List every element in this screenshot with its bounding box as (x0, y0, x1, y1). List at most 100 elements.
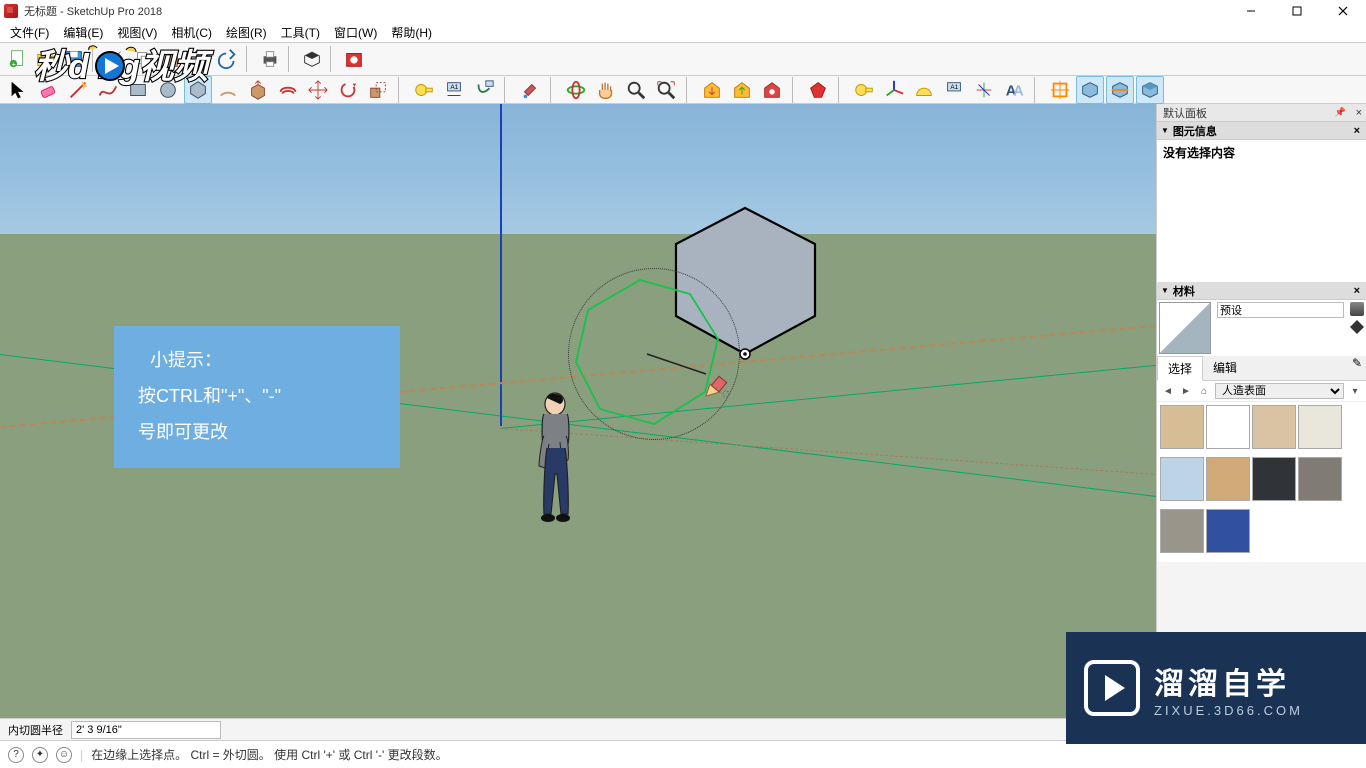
menu-edit[interactable]: 编辑(E) (57, 23, 109, 42)
select-tool[interactable] (4, 76, 32, 104)
tip-box: 小提示： 按CTRL和"+"、"-" 号即可更改 (114, 326, 400, 468)
tape-measure-button[interactable] (850, 76, 878, 104)
rectangle-tool[interactable] (124, 76, 152, 104)
cut-button[interactable] (102, 45, 130, 73)
minimize-button[interactable] (1228, 0, 1274, 22)
entity-info-title: 图元信息 (1173, 123, 1217, 139)
circle-tool[interactable] (154, 76, 182, 104)
help-icon[interactable]: ? (8, 747, 24, 763)
menu-help[interactable]: 帮助(H) (385, 23, 438, 42)
nav-forward-icon[interactable]: ► (1179, 384, 1193, 398)
material-name-input[interactable] (1217, 302, 1344, 318)
protractor-tool[interactable] (910, 76, 938, 104)
svg-text:A1: A1 (450, 84, 458, 91)
vcb-label: 内切圆半径 (8, 722, 63, 738)
freehand-tool[interactable] (94, 76, 122, 104)
model-info-button[interactable] (298, 45, 326, 73)
menu-draw[interactable]: 绘图(R) (220, 23, 273, 42)
rotate-tool[interactable] (334, 76, 362, 104)
section-fill-button[interactable] (1136, 76, 1164, 104)
move-tool[interactable] (304, 76, 332, 104)
current-material-swatch[interactable] (1159, 302, 1211, 354)
tray-title[interactable]: 默认面板 📌 × (1157, 104, 1366, 122)
line-tool[interactable] (64, 76, 92, 104)
paint-tool[interactable] (516, 76, 544, 104)
user-icon[interactable]: ☺ (56, 747, 72, 763)
geo-icon[interactable]: ✦ (32, 747, 48, 763)
axes-tool[interactable] (880, 76, 908, 104)
maximize-button[interactable] (1274, 0, 1320, 22)
menu-file[interactable]: 文件(F) (4, 23, 55, 42)
title-bar: 无标题 - SketchUp Pro 2018 (0, 0, 1366, 22)
close-tray-icon[interactable]: × (1356, 107, 1362, 119)
svg-text:A1: A1 (950, 84, 958, 91)
menu-tools[interactable]: 工具(T) (275, 23, 326, 42)
vcb-input[interactable] (71, 721, 221, 739)
zoom-tool[interactable] (622, 76, 650, 104)
entity-info-text: 没有选择内容 (1163, 146, 1235, 160)
panel-close-icon[interactable]: × (1354, 285, 1360, 297)
new-button[interactable]: + (4, 45, 32, 73)
materials-header[interactable]: ▼ 材料 × (1157, 282, 1366, 300)
axes-button[interactable] (970, 76, 998, 104)
text-label-tool[interactable]: A1 (940, 76, 968, 104)
warehouse-get-button[interactable] (698, 76, 726, 104)
eraser-tool[interactable] (34, 76, 62, 104)
scale-tool[interactable] (364, 76, 392, 104)
save-button[interactable] (60, 45, 88, 73)
swatch[interactable] (1206, 405, 1250, 449)
redo-button[interactable] (214, 45, 242, 73)
materials-body: 选择 编辑 ✎ ◄ ► ⌂ 人造表面 ▾ (1157, 300, 1366, 562)
swatch[interactable] (1160, 509, 1204, 553)
material-library-select[interactable]: 人造表面 (1215, 383, 1344, 399)
ruby-button[interactable] (804, 76, 832, 104)
section-display-button[interactable] (1076, 76, 1104, 104)
open-button[interactable] (32, 45, 60, 73)
extension-warehouse-button[interactable] (340, 45, 368, 73)
ext-warehouse-button[interactable] (758, 76, 786, 104)
panel-close-icon[interactable]: × (1354, 125, 1360, 137)
warehouse-share-button[interactable] (728, 76, 756, 104)
entity-info-header[interactable]: ▼ 图元信息 × (1157, 122, 1366, 140)
nav-home-icon[interactable]: ⌂ (1197, 384, 1211, 398)
pushpull-tool[interactable] (244, 76, 272, 104)
dimension-tool[interactable]: A1 (440, 76, 468, 104)
tape-tool[interactable] (410, 76, 438, 104)
arc-tool[interactable] (214, 76, 242, 104)
swatch[interactable] (1252, 405, 1296, 449)
default-material-icon[interactable] (1350, 320, 1364, 334)
menu-view[interactable]: 视图(V) (111, 23, 163, 42)
print-button[interactable] (256, 45, 284, 73)
swatch[interactable] (1298, 457, 1342, 501)
nav-back-icon[interactable]: ◄ (1161, 384, 1175, 398)
text-tool[interactable] (470, 76, 498, 104)
section-cut-button[interactable] (1106, 76, 1134, 104)
library-menu-icon[interactable]: ▾ (1348, 384, 1362, 398)
menu-camera[interactable]: 相机(C) (165, 23, 218, 42)
copy-button[interactable] (130, 45, 158, 73)
material-swatches (1157, 402, 1366, 562)
paste-button[interactable] (158, 45, 186, 73)
eyedropper-icon[interactable]: ✎ (1352, 356, 1362, 370)
polygon-tool[interactable] (184, 76, 212, 104)
close-button[interactable] (1320, 0, 1366, 22)
materials-tab-select[interactable]: 选择 (1157, 356, 1203, 381)
menu-window[interactable]: 窗口(W) (328, 23, 383, 42)
3dtext-tool[interactable]: AA (1000, 76, 1028, 104)
viewport[interactable]: 小提示： 按CTRL和"+"、"-" 号即可更改 (0, 104, 1156, 740)
pin-icon[interactable]: 📌 (1335, 107, 1346, 118)
swatch[interactable] (1298, 405, 1342, 449)
section-tool[interactable] (1046, 76, 1074, 104)
swatch[interactable] (1206, 457, 1250, 501)
pan-tool[interactable] (592, 76, 620, 104)
orbit-tool[interactable] (562, 76, 590, 104)
undo-button[interactable] (186, 45, 214, 73)
swatch[interactable] (1160, 405, 1204, 449)
swatch[interactable] (1206, 509, 1250, 553)
swatch[interactable] (1252, 457, 1296, 501)
zoom-extents-tool[interactable] (652, 76, 680, 104)
materials-tab-edit[interactable]: 编辑 (1203, 356, 1247, 380)
swatch[interactable] (1160, 457, 1204, 501)
offset-tool[interactable] (274, 76, 302, 104)
create-material-icon[interactable] (1350, 302, 1364, 316)
